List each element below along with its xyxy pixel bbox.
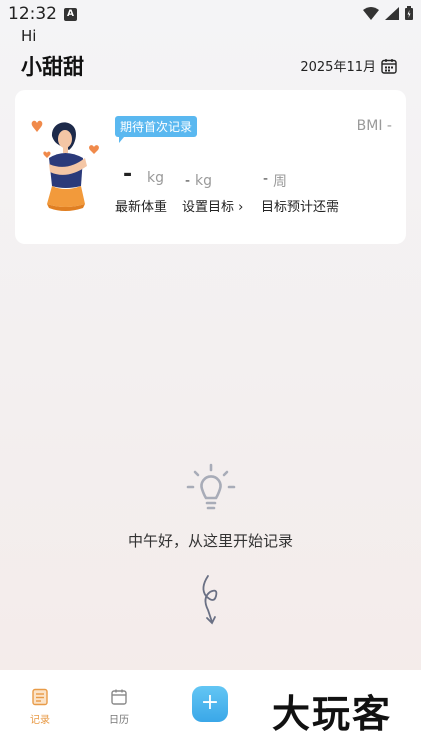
empty-state-message: 中午好，从这里开始记录 (127, 532, 293, 550)
month-picker[interactable]: 2025年11月 (300, 56, 397, 75)
wifi-icon (363, 6, 379, 20)
chevron-right-icon: › (238, 200, 244, 215)
nav-item-calendar[interactable]: 日历 (99, 688, 139, 726)
weight-summary-card[interactable]: 期待首次记录 BMI - - kg 最新体重 - kg 设置目标 › - 周 目… (15, 90, 406, 244)
bmi-value: BMI - (356, 118, 392, 134)
battery-icon (405, 6, 413, 20)
target-weight-value: - (185, 173, 191, 189)
weeks-remaining-label: 目标预计还需 (261, 200, 340, 215)
nav-label-record: 记录 (30, 715, 50, 726)
woman-hugging-illustration (31, 120, 99, 211)
latest-weight-label: 最新体重 (115, 200, 168, 215)
latest-weight-unit: kg (147, 170, 164, 186)
status-indicators (363, 6, 413, 20)
month-label: 2025年11月 (300, 60, 376, 75)
watermark-logo: 大玩客 (272, 691, 393, 736)
latest-weight-value: - (123, 162, 133, 187)
first-record-badge: 期待首次记录 (115, 116, 198, 143)
signal-icon (385, 6, 399, 20)
curly-arrow-icon (202, 575, 218, 625)
greeting: Hi (21, 27, 37, 45)
app-notification-icon: A (64, 8, 77, 21)
set-target-link[interactable]: 设置目标 › (182, 196, 243, 215)
record-icon (32, 688, 48, 706)
nav-label-calendar: 日历 (109, 715, 129, 726)
weeks-remaining-value: - (263, 171, 269, 187)
weeks-remaining-unit: 周 (273, 174, 287, 190)
calendar-icon (381, 58, 397, 74)
target-weight-unit: kg (195, 173, 212, 189)
user-name: 小甜甜 (21, 55, 84, 79)
nav-item-record[interactable]: 记录 (20, 688, 60, 726)
status-time: 12:32 (8, 4, 57, 24)
status-bar: 12:32 A (0, 0, 421, 30)
set-target-label: 设置目标 (182, 200, 235, 215)
lightbulb-icon (186, 463, 236, 510)
calendar-icon (111, 689, 127, 705)
add-record-button[interactable]: + (192, 686, 228, 722)
